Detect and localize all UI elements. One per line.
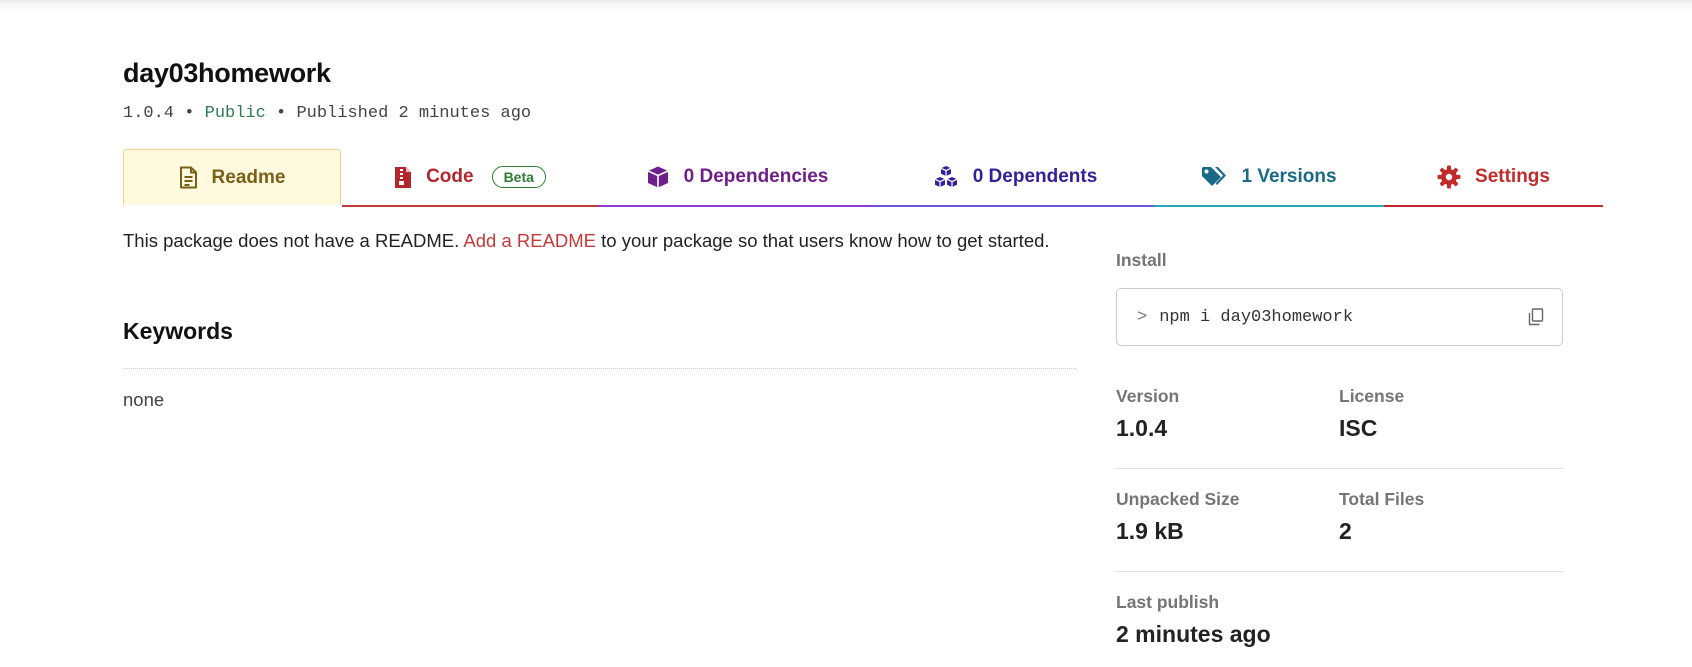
last-publish-stat: Last publish 2 minutes ago <box>1116 592 1416 648</box>
tags-icon <box>1201 166 1227 188</box>
unpacked-size-stat: Unpacked Size 1.9 kB <box>1116 489 1326 545</box>
tab-versions[interactable]: 1 Versions <box>1154 149 1384 207</box>
version-label: Version <box>1116 386 1180 406</box>
package-meta: 1.0.4 • Public • Published 2 minutes ago <box>123 104 531 123</box>
license-label: License <box>1339 386 1405 406</box>
header-shadow <box>0 0 1692 10</box>
version-value: 1.0.4 <box>1116 415 1168 441</box>
install-command-box[interactable]: > npm i day03homework <box>1116 288 1563 346</box>
terminal-prompt-icon: > <box>1137 307 1148 327</box>
last-publish-label: Last publish <box>1116 592 1220 612</box>
sidebar-divider <box>1116 468 1563 469</box>
last-publish-value: 2 minutes ago <box>1116 621 1271 647</box>
tab-readme[interactable]: Readme <box>123 149 341 205</box>
total-files-stat: Total Files 2 <box>1339 489 1549 545</box>
license-stat: License ISC <box>1339 386 1549 442</box>
readme-missing-note: This package does not have a README. Add… <box>123 230 1050 252</box>
tab-dependencies[interactable]: 0 Dependencies <box>598 149 876 207</box>
meta-separator: • <box>276 104 287 123</box>
install-command: npm i day03homework <box>1159 307 1354 327</box>
file-zip-icon <box>394 166 412 189</box>
tab-dependents[interactable]: 0 Dependents <box>876 149 1154 207</box>
tab-versions-label: 1 Versions <box>1241 166 1337 187</box>
install-label: Install <box>1116 250 1167 270</box>
package-tabs: Readme Code Beta 0 Dependencies 0 Depend… <box>123 149 1603 207</box>
box-icon <box>646 165 670 189</box>
package-version: 1.0.4 <box>123 104 175 123</box>
visibility-label: Public <box>204 104 266 123</box>
tab-dependencies-label: 0 Dependencies <box>683 166 829 187</box>
cubes-icon <box>933 165 959 189</box>
add-readme-link[interactable]: Add a README <box>463 230 596 251</box>
published-label: Published 2 minutes ago <box>296 104 532 123</box>
version-stat: Version 1.0.4 <box>1116 386 1326 442</box>
gear-icon <box>1437 165 1461 189</box>
tab-dependents-label: 0 Dependents <box>972 166 1098 187</box>
readme-note-text-end: to your package so that users know how t… <box>596 230 1050 251</box>
tab-settings[interactable]: Settings <box>1384 149 1603 207</box>
unpacked-size-value: 1.9 kB <box>1116 518 1184 544</box>
meta-separator: • <box>184 104 195 123</box>
total-files-value: 2 <box>1339 518 1352 544</box>
total-files-label: Total Files <box>1339 489 1425 509</box>
readme-note-text: This package does not have a README. <box>123 230 464 251</box>
tab-readme-label: Readme <box>211 166 286 188</box>
unpacked-size-label: Unpacked Size <box>1116 489 1240 509</box>
beta-badge: Beta <box>491 166 546 188</box>
tab-code-label: Code <box>426 166 474 187</box>
tab-code[interactable]: Code Beta <box>342 149 598 207</box>
keywords-divider <box>123 368 1076 369</box>
package-title: day03homework <box>123 58 331 88</box>
keywords-value: none <box>123 389 165 410</box>
keywords-heading: Keywords <box>123 318 233 344</box>
copy-icon[interactable] <box>1528 308 1544 326</box>
document-icon <box>179 166 198 189</box>
sidebar-divider <box>1116 571 1563 572</box>
license-value: ISC <box>1339 415 1378 441</box>
tab-settings-label: Settings <box>1475 166 1550 187</box>
